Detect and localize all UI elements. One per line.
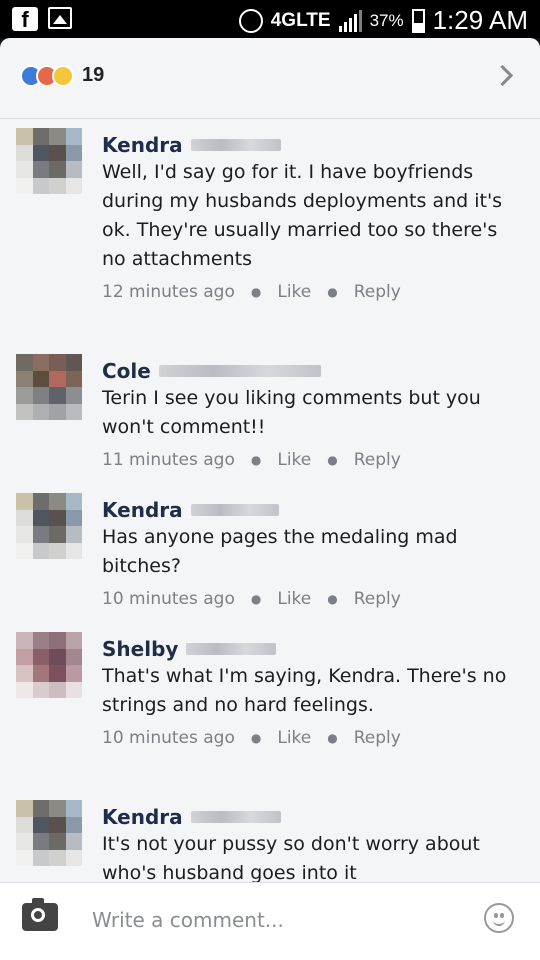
redaction — [158, 365, 321, 377]
battery-percent: 37% — [369, 10, 404, 30]
reaction-count: 19 — [82, 64, 105, 86]
like-button[interactable]: Like — [277, 450, 311, 470]
comment-timestamp: 10 minutes ago — [102, 728, 235, 748]
comment-input[interactable] — [90, 899, 464, 941]
reactions-summary[interactable]: 19 — [20, 64, 104, 87]
avatar[interactable] — [16, 128, 82, 194]
avatar[interactable] — [16, 800, 82, 866]
status-bar: f 4GLTE 37% 1:29 AM — [0, 0, 540, 38]
alarm-icon — [238, 8, 263, 33]
commenter-name[interactable]: Cole — [102, 358, 512, 384]
separator-dot: ● — [250, 592, 262, 606]
redaction — [190, 504, 279, 516]
network-type: 4GLTE — [270, 9, 331, 31]
camera-icon[interactable] — [22, 898, 58, 931]
comment-text: Has anyone pages the medaling mad bitche… — [102, 526, 458, 577]
separator-dot: ● — [327, 731, 338, 745]
avatar[interactable] — [16, 493, 82, 559]
comment-text: That's what I'm saying, Kendra. There's … — [102, 665, 507, 716]
clock: 1:29 AM — [432, 5, 528, 35]
like-button[interactable]: Like — [277, 589, 311, 609]
reply-button[interactable]: Reply — [354, 282, 401, 302]
commenter-name[interactable]: Kendra — [102, 804, 512, 830]
separator-dot: ● — [327, 592, 338, 606]
emoji-icon[interactable] — [484, 903, 514, 933]
separator-dot: ● — [250, 731, 262, 745]
comment-text: It's not your pussy so don't worry about… — [102, 833, 480, 884]
redaction — [190, 811, 281, 823]
comment-composer — [0, 882, 540, 960]
haha-icon — [52, 64, 74, 87]
comment-timestamp: 12 minutes ago — [102, 282, 235, 302]
divider — [0, 118, 540, 119]
comment-timestamp: 11 minutes ago — [102, 450, 235, 470]
battery-icon — [411, 8, 425, 33]
commenter-name[interactable]: Kendra — [102, 497, 512, 523]
like-button[interactable]: Like — [277, 282, 311, 302]
redaction — [186, 643, 277, 655]
gallery-notification-icon — [48, 7, 72, 29]
avatar[interactable] — [16, 354, 82, 420]
separator-dot: ● — [250, 453, 262, 467]
separator-dot: ● — [327, 285, 338, 299]
comment-text: Terin I see you liking comments but you … — [102, 387, 481, 438]
reply-button[interactable]: Reply — [354, 728, 401, 748]
like-button[interactable]: Like — [277, 728, 311, 748]
commenter-name[interactable]: Kendra — [102, 132, 512, 158]
signal-icon — [338, 9, 362, 32]
redaction — [190, 139, 281, 151]
comment-text: Well, I'd say go for it. I have boyfrien… — [102, 161, 503, 270]
reply-button[interactable]: Reply — [354, 589, 401, 609]
reply-button[interactable]: Reply — [354, 450, 401, 470]
avatar[interactable] — [16, 632, 82, 698]
separator-dot: ● — [327, 453, 338, 467]
facebook-notification-icon: f — [12, 7, 38, 32]
comments-sheet: 19 Kendra Well, I'd say go for it. I hav… — [0, 38, 540, 960]
chevron-right-icon[interactable] — [491, 64, 514, 87]
separator-dot: ● — [250, 285, 262, 299]
comment-timestamp: 10 minutes ago — [102, 589, 235, 609]
commenter-name[interactable]: Shelby — [102, 636, 512, 662]
